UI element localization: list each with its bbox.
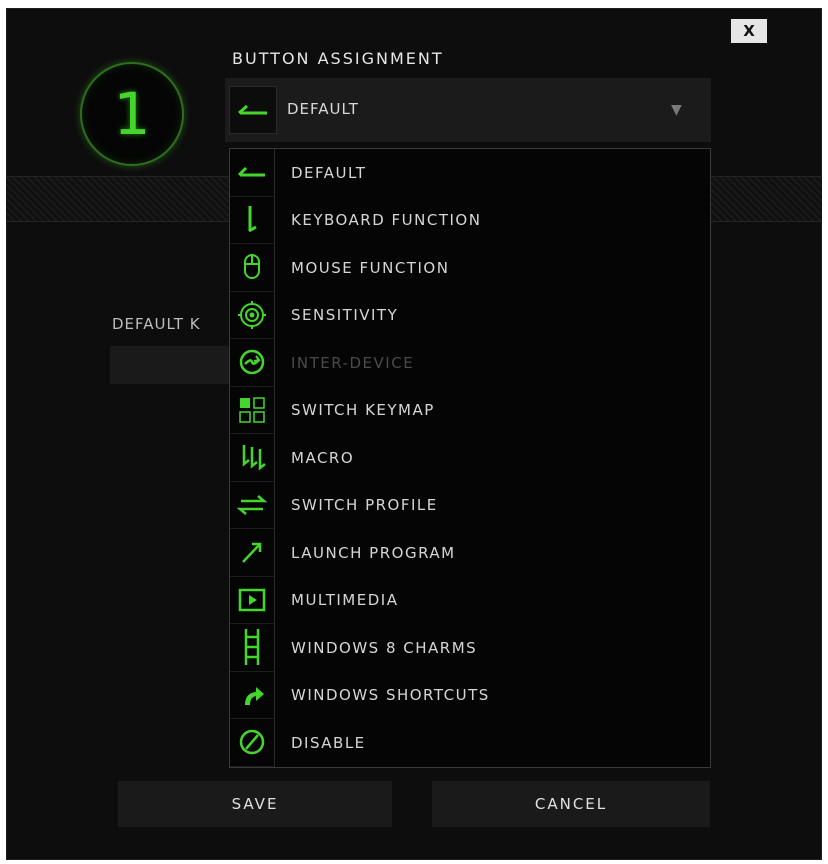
dropdown-selected-value: DEFAULT bbox=[287, 100, 359, 118]
section-title: BUTTON ASSIGNMENT bbox=[232, 49, 444, 68]
menu-item-default[interactable]: DEFAULT bbox=[230, 149, 710, 197]
menu-item-label: DISABLE bbox=[291, 733, 366, 752]
menu-item-keyboard-function[interactable]: KEYBOARD FUNCTION bbox=[230, 196, 710, 244]
menu-item-windows-8-charms[interactable]: WINDOWS 8 CHARMS bbox=[230, 624, 710, 672]
menu-item-label: MOUSE FUNCTION bbox=[291, 258, 450, 277]
menu-item-inter-device: INTER-DEVICE bbox=[230, 339, 710, 387]
button-number-badge: 1 bbox=[80, 62, 184, 166]
cancel-button[interactable]: CANCEL bbox=[432, 781, 710, 827]
grid-icon bbox=[230, 386, 275, 434]
arrow-left-icon bbox=[230, 149, 275, 197]
save-button[interactable]: SAVE bbox=[118, 781, 392, 827]
menu-item-sensitivity[interactable]: SENSITIVITY bbox=[230, 291, 710, 339]
keyboard-key-icon bbox=[230, 196, 275, 244]
menu-item-label: MACRO bbox=[291, 448, 355, 467]
inter-device-icon bbox=[230, 339, 275, 387]
menu-item-label: DEFAULT bbox=[291, 163, 367, 182]
launch-arrow-icon bbox=[230, 529, 275, 577]
menu-item-label: SWITCH PROFILE bbox=[291, 496, 438, 515]
close-button[interactable]: X bbox=[731, 19, 767, 43]
menu-item-windows-shortcuts[interactable]: WINDOWS SHORTCUTS bbox=[230, 671, 710, 719]
play-icon bbox=[230, 576, 275, 624]
menu-item-macro[interactable]: MACRO bbox=[230, 434, 710, 482]
mouse-icon bbox=[230, 244, 275, 292]
default-key-field[interactable] bbox=[110, 346, 230, 384]
default-key-label: DEFAULT K bbox=[112, 315, 201, 333]
shortcut-arrow-icon bbox=[230, 671, 275, 719]
macro-icon bbox=[230, 434, 275, 482]
menu-item-label: WINDOWS 8 CHARMS bbox=[291, 638, 478, 657]
menu-item-label: WINDOWS SHORTCUTS bbox=[291, 686, 490, 705]
menu-item-switch-keymap[interactable]: SWITCH KEYMAP bbox=[230, 386, 710, 434]
menu-item-label: KEYBOARD FUNCTION bbox=[291, 211, 482, 230]
assignment-dropdown[interactable]: DEFAULT ▼ bbox=[225, 78, 711, 142]
assignment-menu: DEFAULT KEYBOARD FUNCTION MOUSE FUNCTION… bbox=[229, 148, 711, 768]
switch-arrows-icon bbox=[230, 481, 275, 529]
menu-item-label: LAUNCH PROGRAM bbox=[291, 543, 456, 562]
menu-item-multimedia[interactable]: MULTIMEDIA bbox=[230, 576, 710, 624]
menu-item-label: SWITCH KEYMAP bbox=[291, 401, 435, 420]
menu-item-label: INTER-DEVICE bbox=[291, 353, 415, 372]
arrow-left-icon bbox=[229, 86, 277, 134]
menu-item-label: MULTIMEDIA bbox=[291, 591, 399, 610]
menu-item-disable[interactable]: DISABLE bbox=[230, 719, 710, 767]
dropdown-arrow-icon[interactable]: ▼ bbox=[671, 102, 682, 118]
charms-icon bbox=[230, 624, 275, 672]
target-icon bbox=[230, 291, 275, 339]
disable-icon bbox=[230, 719, 275, 767]
menu-item-launch-program[interactable]: LAUNCH PROGRAM bbox=[230, 529, 710, 577]
menu-item-label: SENSITIVITY bbox=[291, 306, 399, 325]
menu-item-switch-profile[interactable]: SWITCH PROFILE bbox=[230, 481, 710, 529]
menu-item-mouse-function[interactable]: MOUSE FUNCTION bbox=[230, 244, 710, 292]
